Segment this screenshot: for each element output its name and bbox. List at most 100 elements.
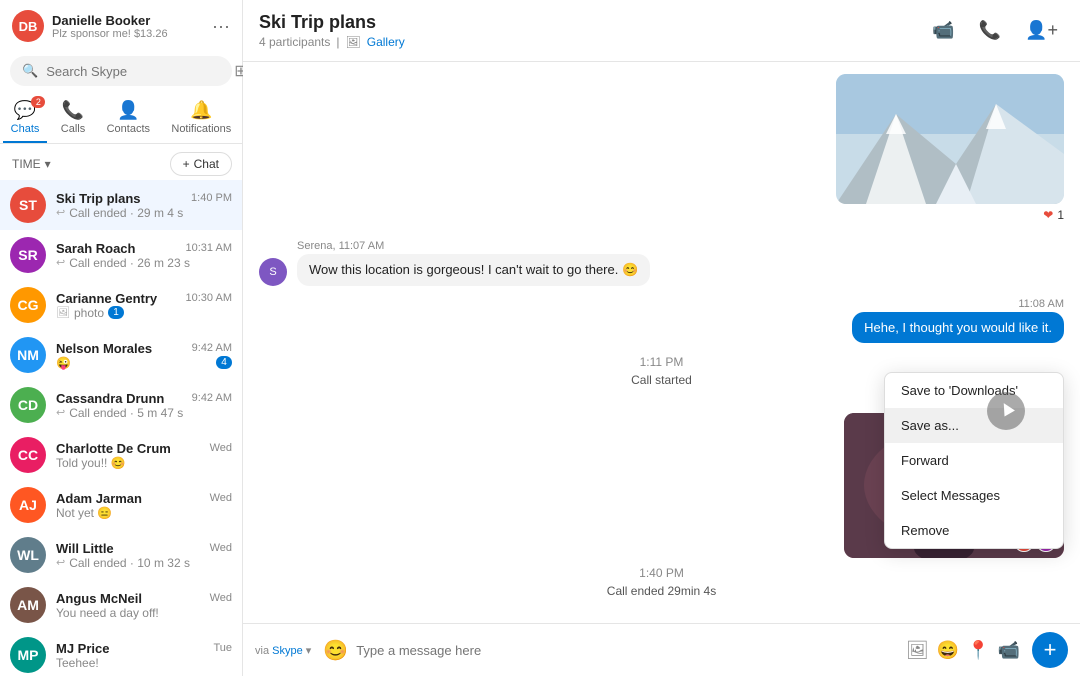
new-chat-button[interactable]: + Chat [170,152,232,176]
chat-preview: 🖼 photo 1 [56,306,232,320]
chat-name: Adam Jarman [56,491,142,506]
skype-link[interactable]: Skype [272,645,303,657]
gallery-icon: 🖼 [346,35,361,49]
search-input[interactable] [46,64,222,79]
list-item[interactable]: CG Carianne Gentry 10:30 AM 🖼 photo 1 [0,280,242,330]
chat-time: Wed [210,442,232,454]
tab-notifications-label: Notifications [171,123,231,135]
list-item[interactable]: CD Cassandra Drunn 9:42 AM ↩ Call ended … [0,380,242,430]
chat-item-content: MJ Price Tue Teehee! [56,641,232,670]
chat-time: Wed [210,592,232,604]
chat-header-info: Ski Trip plans 4 participants | 🖼 Galler… [259,12,926,49]
chat-preview: ↩ Call ended · 10 m 32 s [56,556,232,570]
select-messages-item[interactable]: Select Messages [885,478,1063,513]
like-count: 1 [1057,208,1064,222]
chat-preview: ↩ Call ended · 26 m 23 s [56,256,232,270]
list-item[interactable]: SR Sarah Roach 10:31 AM ↩ Call ended · 2… [0,230,242,280]
list-item[interactable]: NM Nelson Morales 9:42 AM 😜 4 [0,330,242,380]
chat-preview: Told you!! 😊 [56,456,232,470]
chat-name: Will Little [56,541,114,556]
chat-name: Cassandra Drunn [56,391,164,406]
tab-chats[interactable]: 💬 Chats 2 [3,94,48,143]
sort-label: TIME [12,157,41,171]
message-sender-time: Serena, 11:07 AM [297,240,1064,252]
list-item[interactable]: ST Ski Trip plans 1:40 PM ↩ Call ended ·… [0,180,242,230]
sort-button[interactable]: TIME ▾ [12,157,51,171]
chat-header-actions: 📹 📞 👤+ [926,16,1064,45]
chevron-down-icon: ▾ [45,157,51,171]
message-group: S Serena, 11:07 AM Wow this location is … [259,240,1064,286]
participant-count: 4 participants [259,35,330,49]
profile-status: Plz sponsor me! $13.26 [52,28,204,40]
save-as-item[interactable]: Save as... [885,408,1063,443]
chat-list-header: TIME ▾ + Chat [0,144,242,180]
search-icon: 🔍 [22,63,38,79]
chat-item-content: Will Little Wed ↩ Call ended · 10 m 32 s [56,541,232,570]
unread-badge: 4 [216,356,232,369]
main-chat: Ski Trip plans 4 participants | 🖼 Galler… [243,0,1080,676]
remove-item[interactable]: Remove [885,513,1063,548]
plus-icon: + [183,157,190,171]
chat-time: 10:30 AM [186,292,232,304]
input-actions: 🖼 😄 📍 📹 [906,640,1020,661]
chat-preview: ↩ Call ended · 5 m 47 s [56,406,232,420]
location-button[interactable]: 📍 [967,640,989,661]
via-skype-label: via Skype ▾ [255,644,311,657]
new-chat-label: Chat [194,157,219,171]
chat-preview: Teehee! [56,656,232,670]
notifications-icon: 🔔 [190,100,212,121]
search-bar[interactable]: 🔍 ⊞ [10,56,232,86]
avatar: S [259,258,287,286]
chat-item-content: Angus McNeil Wed You need a day off! [56,591,232,620]
list-item[interactable]: MP MJ Price Tue Teehee! [0,630,242,676]
shared-image-wrap: ❤ 1 [259,74,1064,232]
chat-time: Tue [213,642,232,654]
chat-name: MJ Price [56,641,109,656]
video-button[interactable]: 📹 [998,640,1020,661]
list-item[interactable]: CC Charlotte De Crum Wed Told you!! 😊 [0,430,242,480]
chat-time: Wed [210,542,232,554]
sidebar: DB Danielle Booker Plz sponsor me! $13.2… [0,0,243,676]
chat-time: 1:40 PM [191,192,232,204]
chats-badge: 2 [31,96,45,108]
image-share-button[interactable]: 🖼 [906,640,929,661]
unread-badge: 1 [108,306,124,319]
save-to-downloads-item[interactable]: Save to 'Downloads' [885,373,1063,408]
avatar: CG [10,287,46,323]
gallery-link[interactable]: Gallery [367,35,405,49]
avatar: AM [10,587,46,623]
avatar: ST [10,187,46,223]
list-item[interactable]: AM Angus McNeil Wed You need a day off! [0,580,242,630]
sticker-button[interactable]: 😄 [937,640,959,661]
tab-calls-label: Calls [61,123,85,135]
chat-name: Nelson Morales [56,341,152,356]
add-button[interactable]: + [1032,632,1068,668]
emoji-button[interactable]: 😊 [323,638,348,663]
video-call-button[interactable]: 📹 [926,16,960,45]
call-icon: ↩ [56,206,65,219]
call-icon: ↩ [56,556,65,569]
message-content: Serena, 11:07 AM Wow this location is go… [297,240,1064,286]
message-input[interactable] [356,643,898,658]
chat-preview: 😜 4 [56,356,232,370]
chat-name: Angus McNeil [56,591,142,606]
heart-icon: ❤ [1043,208,1053,222]
nav-tabs: 💬 Chats 2 📞 Calls 👤 Contacts 🔔 Notificat… [0,92,242,144]
list-item[interactable]: AJ Adam Jarman Wed Not yet 😑 [0,480,242,530]
chat-name: Ski Trip plans [56,191,141,206]
chat-preview: Not yet 😑 [56,506,232,520]
tab-calls[interactable]: 📞 Calls [53,94,93,143]
chat-item-content: Sarah Roach 10:31 AM ↩ Call ended · 26 m… [56,241,232,270]
context-menu: Save to 'Downloads' Save as... Forward S… [884,372,1064,549]
message-input-area: via Skype ▾ 😊 🖼 😄 📍 📹 + [243,623,1080,676]
mountain-image [836,74,1064,204]
audio-call-button[interactable]: 📞 [973,16,1007,45]
forward-item[interactable]: Forward [885,443,1063,478]
more-options-icon[interactable]: ··· [212,16,230,37]
tab-contacts[interactable]: 👤 Contacts [99,94,158,143]
add-participant-button[interactable]: 👤+ [1019,16,1064,45]
tab-notifications[interactable]: 🔔 Notifications [163,94,239,143]
list-item[interactable]: WL Will Little Wed ↩ Call ended · 10 m 3… [0,530,242,580]
avatar: WL [10,537,46,573]
divider: | [336,35,339,49]
